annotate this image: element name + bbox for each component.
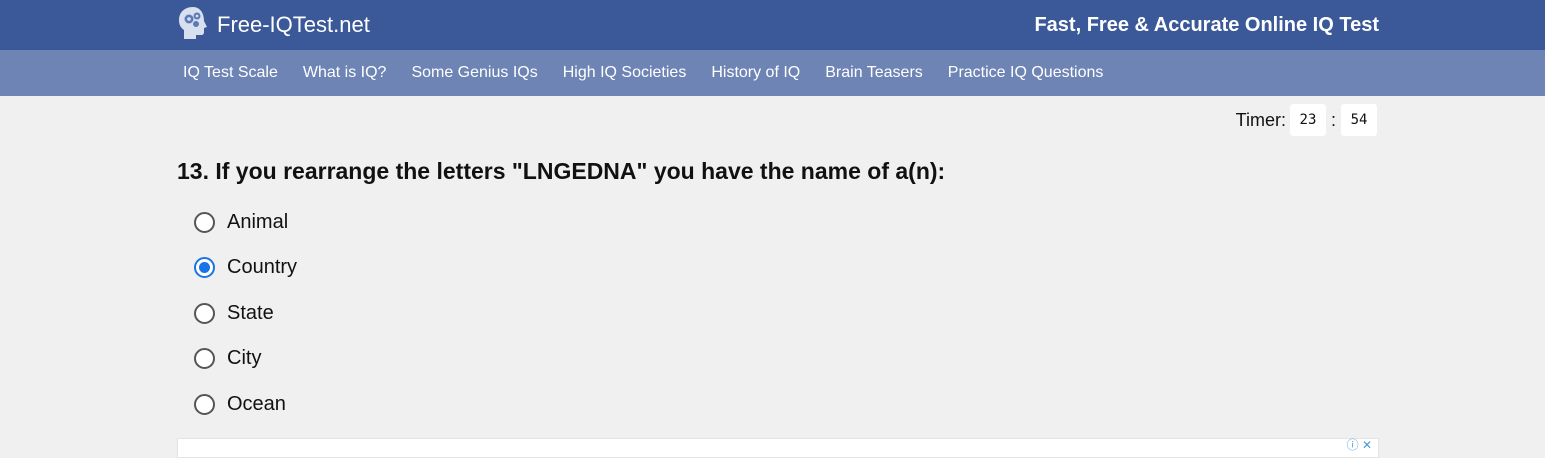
- radio-button[interactable]: [194, 211, 215, 233]
- option-label: Country: [227, 256, 298, 278]
- info-icon[interactable]: ⓘ: [1347, 438, 1359, 452]
- ad-controls: ⓘ ✕: [1347, 439, 1372, 451]
- question-text: 13. If you rearrange the letters "LNGEDN…: [177, 158, 946, 184]
- timer-seconds: 54: [1341, 104, 1377, 136]
- option-label: Ocean: [227, 392, 286, 415]
- head-gears-icon[interactable]: [178, 6, 208, 40]
- nav-item-history-of-iq[interactable]: History of IQ: [711, 64, 800, 82]
- main-nav: IQ Test Scale What is IQ? Some Genius IQ…: [0, 50, 1545, 96]
- nav-item-brain-teasers[interactable]: Brain Teasers: [825, 64, 923, 82]
- option-country[interactable]: Country: [194, 250, 297, 286]
- option-label: State: [227, 301, 274, 324]
- nav-item-some-genius-iqs[interactable]: Some Genius IQs: [411, 64, 537, 82]
- timer-minutes: 23: [1289, 104, 1326, 136]
- radio-button[interactable]: [194, 302, 215, 324]
- option-city[interactable]: City: [194, 341, 297, 377]
- radio-button[interactable]: [194, 348, 215, 369]
- site-header: Free-IQTest.net Fast, Free & Accurate On…: [0, 0, 1545, 50]
- nav-item-what-is-iq[interactable]: What is IQ?: [303, 64, 387, 82]
- answer-options: Animal Country State City Ocean: [194, 204, 297, 432]
- timer-separator: :: [1330, 109, 1336, 130]
- nav-item-iq-test-scale[interactable]: IQ Test Scale: [183, 64, 278, 82]
- site-name[interactable]: Free-IQTest.net: [217, 12, 370, 38]
- option-state[interactable]: State: [194, 295, 297, 331]
- option-label: Animal: [227, 210, 289, 233]
- timer: Timer: 23 : 54: [1236, 104, 1377, 136]
- option-label: City: [227, 347, 262, 369]
- nav-item-practice-iq-questions[interactable]: Practice IQ Questions: [948, 64, 1104, 82]
- site-tagline: Fast, Free & Accurate Online IQ Test: [1034, 14, 1379, 36]
- radio-button[interactable]: [194, 393, 215, 415]
- timer-label: Timer:: [1235, 109, 1286, 130]
- option-ocean[interactable]: Ocean: [194, 386, 297, 422]
- nav-item-high-iq-societies[interactable]: High IQ Societies: [563, 64, 687, 82]
- option-animal[interactable]: Animal: [194, 204, 297, 240]
- close-icon[interactable]: ✕: [1362, 438, 1372, 452]
- ad-banner: ⓘ ✕: [177, 438, 1379, 458]
- radio-button-selected[interactable]: [194, 257, 215, 278]
